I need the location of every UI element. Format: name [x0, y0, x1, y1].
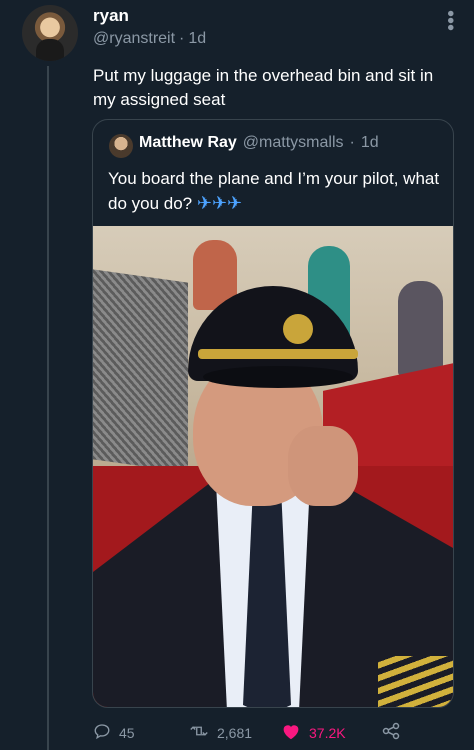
- photo-cap-badge: [283, 314, 313, 344]
- quoted-tweet-text: You board the plane and I’m your pilot, …: [108, 167, 443, 216]
- quoted-author-avatar: [109, 134, 133, 158]
- like-count: 37.2K: [309, 725, 346, 741]
- photo-cap-brim: [203, 366, 353, 388]
- tweet-time[interactable]: 1d: [188, 30, 206, 48]
- retweet-icon: [189, 722, 209, 745]
- author-name[interactable]: ryan: [93, 6, 129, 26]
- retweet-button[interactable]: 2,681: [189, 722, 281, 745]
- quoted-text-body: You board the plane and I’m your pilot, …: [108, 169, 440, 213]
- tweet-text: Put my luggage in the overhead bin and s…: [93, 66, 434, 109]
- quoted-author-handle: @mattysmalls: [242, 134, 344, 151]
- photo-grille: [93, 269, 188, 473]
- thread-line: [47, 66, 49, 750]
- author-avatar[interactable]: [22, 5, 78, 61]
- airplane-emoji: ✈✈✈: [196, 193, 243, 213]
- quoted-tweet-header: Matthew Ray @mattysmalls · 1d: [139, 134, 379, 152]
- photo-sleeve-stripes: [378, 656, 453, 707]
- heart-icon: [281, 722, 301, 745]
- quoted-author-name: Matthew Ray: [139, 134, 237, 151]
- author-meta: @ryanstreit · 1d: [93, 30, 206, 48]
- tweet-actions: 45 2,681 37.2K: [93, 720, 463, 746]
- share-icon: [381, 721, 401, 746]
- quoted-tweet[interactable]: Matthew Ray @mattysmalls · 1d You board …: [92, 119, 454, 708]
- quoted-meta-separator: ·: [349, 134, 355, 151]
- photo-mannequin: [398, 281, 443, 376]
- photo-cap-band: [198, 349, 358, 359]
- retweet-count: 2,681: [217, 725, 253, 741]
- reply-icon: [93, 722, 111, 745]
- quoted-tweet-time: 1d: [360, 134, 379, 151]
- quoted-tweet-photo[interactable]: [93, 226, 453, 707]
- reply-count: 45: [119, 725, 135, 741]
- share-button[interactable]: [381, 721, 401, 746]
- photo-pilot-hand: [288, 426, 358, 506]
- author-handle[interactable]: @ryanstreit: [93, 30, 175, 48]
- meta-separator: ·: [179, 30, 185, 47]
- more-vertical-icon[interactable]: •••: [439, 10, 461, 31]
- like-button[interactable]: 37.2K: [281, 722, 381, 745]
- reply-button[interactable]: 45: [93, 722, 189, 745]
